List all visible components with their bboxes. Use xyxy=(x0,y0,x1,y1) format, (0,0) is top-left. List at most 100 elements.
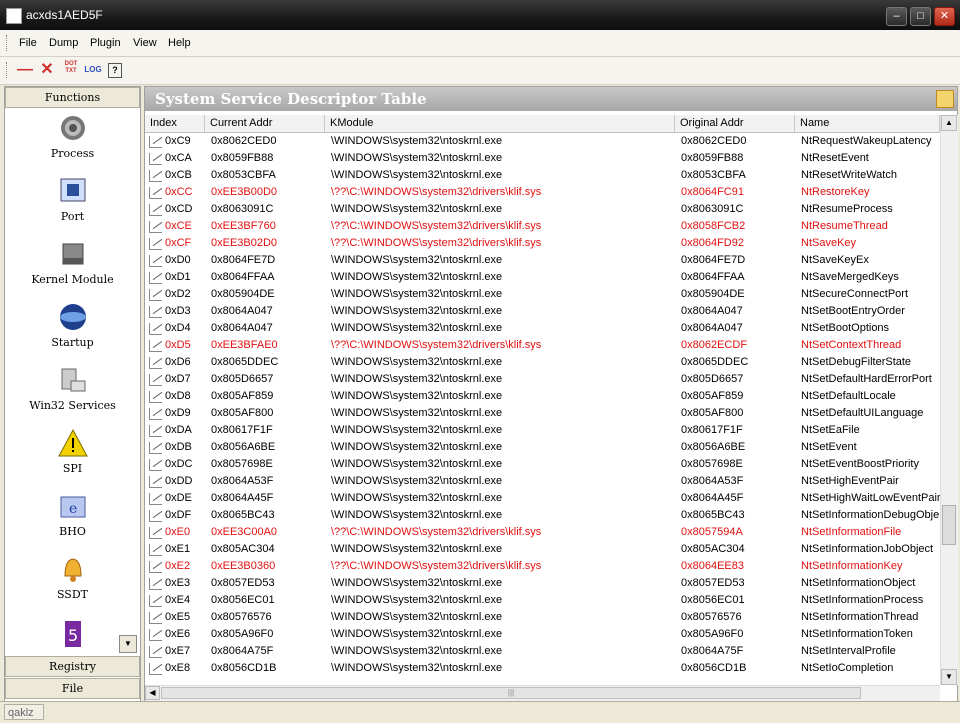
table-row[interactable]: 0xCE 0xEE3BF760 \??\C:\WINDOWS\system32\dr… xyxy=(145,218,940,235)
table-row[interactable]: 0xCD 0x8063091C \WINDOWS\system32\ntoskrnl… xyxy=(145,201,940,218)
sidebar-item-bho[interactable]: e BHO xyxy=(5,491,140,538)
col-index[interactable]: Index xyxy=(145,115,205,132)
table-row[interactable]: 0xD1 0x8064FFAA \WINDOWS\system32\ntoskrnl… xyxy=(145,269,940,286)
row-entry-icon xyxy=(149,578,162,590)
table-row[interactable]: 0xD5 0xEE3BFAE0 \??\C:\WINDOWS\system32\dr… xyxy=(145,337,940,354)
sidebar-scroll-down-button[interactable]: ▼ xyxy=(119,635,137,653)
menu-bar: File Dump Plugin View Help xyxy=(0,30,960,57)
cell-original: 0x8065DDEC xyxy=(681,356,749,368)
panel-corner-icon[interactable] xyxy=(936,90,954,108)
table-row[interactable]: 0xD7 0x805D6657 \WINDOWS\system32\ntoskrnl… xyxy=(145,371,940,388)
table-row[interactable]: 0xE0 0xEE3C00A0 \??\C:\WINDOWS\system32\dr… xyxy=(145,524,940,541)
sidebar-item-ssdt[interactable]: SSDT xyxy=(5,554,140,601)
row-entry-icon xyxy=(149,357,162,369)
scroll-thumb[interactable] xyxy=(942,505,956,545)
cell-original: 0x8064A45F xyxy=(681,492,744,504)
col-original-addr[interactable]: Original Addr xyxy=(675,115,795,132)
cell-index: 0xCB xyxy=(165,169,192,181)
table-row[interactable]: 0xD6 0x8065DDEC \WINDOWS\system32\ntoskrnl… xyxy=(145,354,940,371)
cell-index: 0xCF xyxy=(165,237,192,249)
cell-original: 0x8064FFAA xyxy=(681,271,745,283)
sidebar-tab-file[interactable]: File xyxy=(5,678,140,699)
table-row[interactable]: 0xE1 0x805AC304 \WINDOWS\system32\ntoskrnl… xyxy=(145,541,940,558)
table-row[interactable]: 0xCB 0x8053CBFA \WINDOWS\system32\ntoskrnl… xyxy=(145,167,940,184)
row-entry-icon xyxy=(149,255,162,267)
minimize-button[interactable]: – xyxy=(886,7,907,26)
cell-module: \WINDOWS\system32\ntoskrnl.exe xyxy=(331,662,503,674)
sidebar-tab-registry[interactable]: Registry xyxy=(5,656,140,677)
sidebar-item-win32-services[interactable]: Win32 Services xyxy=(5,365,140,412)
table-row[interactable]: 0xC9 0x8062CED0 \WINDOWS\system32\ntoskrnl… xyxy=(145,133,940,150)
table-row[interactable]: 0xD8 0x805AF859 \WINDOWS\system32\ntoskrnl… xyxy=(145,388,940,405)
cell-module: \WINDOWS\system32\ntoskrnl.exe xyxy=(331,407,503,419)
maximize-button[interactable]: □ xyxy=(910,7,931,26)
menu-help[interactable]: Help xyxy=(168,37,191,49)
table-row[interactable]: 0xDB 0x8056A6BE \WINDOWS\system32\ntoskrnl… xyxy=(145,439,940,456)
close-button[interactable]: ✕ xyxy=(934,7,955,26)
table-row[interactable]: 0xD2 0x805904DE \WINDOWS\system32\ntoskrnl… xyxy=(145,286,940,303)
functions-sidebar: Functions Process Port Kernel Module Sta… xyxy=(4,86,141,702)
dot-txt-icon[interactable]: DOT TXT xyxy=(62,61,80,79)
hscroll-thumb[interactable]: ||| xyxy=(161,687,861,699)
table-row[interactable]: 0xE4 0x8056EC01 \WINDOWS\system32\ntoskrnl… xyxy=(145,592,940,609)
table-row[interactable]: 0xE3 0x8057ED53 \WINDOWS\system32\ntoskrnl… xyxy=(145,575,940,592)
scroll-down-button[interactable]: ▼ xyxy=(941,669,957,685)
sidebar-item-spi[interactable]: SPI xyxy=(5,428,140,475)
col-current-addr[interactable]: Current Addr xyxy=(205,115,325,132)
sidebar-item-kernel-module[interactable]: Kernel Module xyxy=(5,239,140,286)
log-icon[interactable]: LOG xyxy=(84,61,102,79)
table-row[interactable]: 0xE5 0x80576576 \WINDOWS\system32\ntoskrnl… xyxy=(145,609,940,626)
table-row[interactable]: 0xE6 0x805A96F0 \WINDOWS\system32\ntoskrnl… xyxy=(145,626,940,643)
col-name[interactable]: Name xyxy=(795,115,940,132)
cell-index: 0xE1 xyxy=(165,543,191,555)
cell-name: NtSecureConnectPort xyxy=(801,288,908,300)
window-title: acxds1AED5F xyxy=(26,8,103,22)
scroll-up-button[interactable]: ▲ xyxy=(941,115,957,131)
table-row[interactable]: 0xCF 0xEE3B02D0 \??\C:\WINDOWS\system32\dr… xyxy=(145,235,940,252)
table-row[interactable]: 0xE2 0xEE3B0360 \??\C:\WINDOWS\system32\dr… xyxy=(145,558,940,575)
menu-view[interactable]: View xyxy=(133,37,157,49)
table-row[interactable]: 0xE8 0x8056CD1B \WINDOWS\system32\ntoskrnl… xyxy=(145,660,940,677)
sidebar-item-process[interactable]: Process xyxy=(5,113,140,160)
menu-dump[interactable]: Dump xyxy=(49,37,78,49)
col-kmodule[interactable]: KModule xyxy=(325,115,675,132)
sidebar-item-startup[interactable]: Startup xyxy=(5,302,140,349)
vertical-scrollbar[interactable]: ▲ ▼ xyxy=(940,115,958,685)
table-row[interactable]: 0xCC 0xEE3B00D0 \??\C:\WINDOWS\system32\dr… xyxy=(145,184,940,201)
table-row[interactable]: 0xD3 0x8064A047 \WINDOWS\system32\ntoskrnl… xyxy=(145,303,940,320)
table-row[interactable]: 0xD0 0x8064FE7D \WINDOWS\system32\ntoskrnl… xyxy=(145,252,940,269)
scroll-left-button[interactable]: ◀ xyxy=(145,686,160,700)
delete-icon[interactable]: ✕ xyxy=(38,61,56,79)
table-row[interactable]: 0xD9 0x805AF800 \WINDOWS\system32\ntoskrnl… xyxy=(145,405,940,422)
table-row[interactable]: 0xCA 0x8059FB88 \WINDOWS\system32\ntoskrnl… xyxy=(145,150,940,167)
cell-name: NtSetInformationThread xyxy=(801,611,919,623)
cell-name: NtSetInformationFile xyxy=(801,526,902,538)
cell-module: \WINDOWS\system32\ntoskrnl.exe xyxy=(331,611,503,623)
horizontal-scrollbar[interactable]: ◀ ||| xyxy=(145,685,940,701)
ssdt-table: Index Current Addr KModule Original Addr… xyxy=(145,115,940,685)
cell-current: 0x80617F1F xyxy=(211,424,273,436)
help-icon[interactable]: ? xyxy=(108,63,122,78)
row-entry-icon xyxy=(149,289,162,301)
sidebar-item-label: SSDT xyxy=(56,588,89,601)
cell-current: 0x8064A75F xyxy=(211,645,274,657)
cell-current: 0x8064FE7D xyxy=(211,254,276,266)
sidebar-item-port[interactable]: Port xyxy=(5,176,140,223)
table-row[interactable]: 0xDC 0x8057698E \WINDOWS\system32\ntoskrnl… xyxy=(145,456,940,473)
menu-plugin[interactable]: Plugin xyxy=(90,37,121,49)
cell-current: 0x805A96F0 xyxy=(211,628,274,640)
cell-current: 0x8065DDEC xyxy=(211,356,279,368)
table-row[interactable]: 0xDD 0x8064A53F \WINDOWS\system32\ntoskrnl… xyxy=(145,473,940,490)
cell-original: 0x8064A047 xyxy=(681,305,743,317)
cell-index: 0xD0 xyxy=(165,254,191,266)
menu-file[interactable]: File xyxy=(19,37,37,49)
table-row[interactable]: 0xDA 0x80617F1F \WINDOWS\system32\ntoskrnl… xyxy=(145,422,940,439)
table-row[interactable]: 0xDE 0x8064A45F \WINDOWS\system32\ntoskrnl… xyxy=(145,490,940,507)
table-row[interactable]: 0xE7 0x8064A75F \WINDOWS\system32\ntoskrnl… xyxy=(145,643,940,660)
minus-icon[interactable]: — xyxy=(16,61,34,79)
cell-index: 0xD6 xyxy=(165,356,191,368)
functions-header[interactable]: Functions xyxy=(5,87,140,108)
cell-module: \WINDOWS\system32\ntoskrnl.exe xyxy=(331,441,503,453)
table-row[interactable]: 0xDF 0x8065BC43 \WINDOWS\system32\ntoskrnl… xyxy=(145,507,940,524)
table-row[interactable]: 0xD4 0x8064A047 \WINDOWS\system32\ntoskrnl… xyxy=(145,320,940,337)
